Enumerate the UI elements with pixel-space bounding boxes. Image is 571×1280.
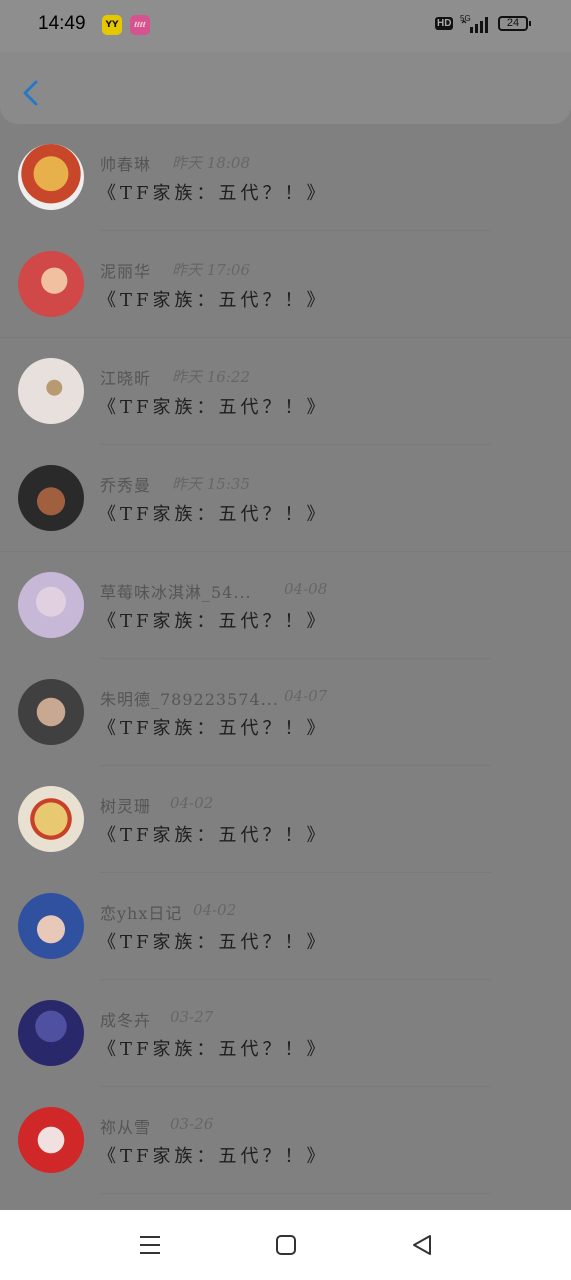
list-item[interactable]: 朱明德_789223574... 04-07 《TF家族：五代？！》 bbox=[0, 659, 571, 766]
battery-icon: 24 bbox=[498, 16, 531, 31]
comment-message: 《TF家族：五代？！》 bbox=[98, 611, 329, 632]
user-name[interactable]: 乔秀曼 bbox=[100, 472, 151, 496]
pink-app-icon: ℓℓℓℓ bbox=[130, 15, 150, 35]
user-name[interactable]: 泥丽华 bbox=[100, 258, 151, 282]
divider bbox=[100, 1193, 491, 1194]
user-name[interactable]: 江晓昕 bbox=[100, 365, 151, 389]
comment-time: 04-02 bbox=[170, 794, 214, 812]
comment-message: 《TF家族：五代？！》 bbox=[98, 825, 329, 846]
avatar[interactable] bbox=[18, 144, 84, 210]
avatar[interactable] bbox=[18, 572, 84, 638]
list-item[interactable]: 恋yhx日记 04-02 《TF家族：五代？！》 bbox=[0, 873, 571, 980]
list-item[interactable]: 草莓味冰淇淋_54... 04-08 《TF家族：五代？！》 bbox=[0, 552, 571, 659]
comment-time: 03-26 bbox=[170, 1115, 214, 1133]
hd-icon: HD bbox=[435, 17, 454, 30]
avatar[interactable] bbox=[18, 251, 84, 317]
list-item[interactable]: 泥丽华 昨天 17:06 《TF家族：五代？！》 bbox=[0, 231, 571, 338]
comment-time: 昨天 17:06 bbox=[172, 261, 250, 279]
comment-time: 04-07 bbox=[284, 687, 328, 705]
comment-time: 04-08 bbox=[284, 580, 328, 598]
status-time: 14:49 bbox=[38, 13, 86, 34]
user-name[interactable]: 成冬卉 bbox=[100, 1007, 151, 1031]
list-item[interactable]: 帅春琳 昨天 18:08 《TF家族：五代？！》 bbox=[0, 124, 571, 231]
comment-message: 《TF家族：五代？！》 bbox=[98, 718, 329, 739]
comment-time: 昨天 15:35 bbox=[172, 475, 250, 493]
comment-time: 昨天 18:08 bbox=[172, 154, 250, 172]
home-icon[interactable] bbox=[273, 1232, 299, 1258]
comment-list: 帅春琳 昨天 18:08 《TF家族：五代？！》 泥丽华 昨天 17:06 《T… bbox=[0, 124, 571, 1194]
comment-message: 《TF家族：五代？！》 bbox=[98, 504, 329, 525]
comment-message: 《TF家族：五代？！》 bbox=[98, 1146, 329, 1167]
system-nav-bar bbox=[0, 1210, 571, 1280]
comment-time: 03-27 bbox=[170, 1008, 214, 1026]
user-name[interactable]: 树灵珊 bbox=[100, 793, 151, 817]
avatar[interactable] bbox=[18, 786, 84, 852]
user-name[interactable]: 草莓味冰淇淋_54... bbox=[100, 579, 252, 603]
user-name[interactable]: 祢从雪 bbox=[100, 1114, 151, 1138]
list-item[interactable]: 成冬卉 03-27 《TF家族：五代？！》 bbox=[0, 980, 571, 1087]
user-name[interactable]: 恋yhx日记 bbox=[100, 900, 182, 924]
status-bar: 14:49 YY ℓℓℓℓ HD 5G 24 bbox=[0, 0, 571, 52]
list-item[interactable]: 树灵珊 04-02 《TF家族：五代？！》 bbox=[0, 766, 571, 873]
comment-message: 《TF家族：五代？！》 bbox=[98, 397, 329, 418]
avatar[interactable] bbox=[18, 1000, 84, 1066]
list-item[interactable]: 祢从雪 03-26 《TF家族：五代？！》 bbox=[0, 1087, 571, 1194]
avatar[interactable] bbox=[18, 893, 84, 959]
list-item[interactable]: 乔秀曼 昨天 15:35 《TF家族：五代？！》 bbox=[0, 445, 571, 552]
comment-time: 昨天 16:22 bbox=[172, 368, 250, 386]
menu-icon[interactable] bbox=[137, 1232, 163, 1258]
comment-message: 《TF家族：五代？！》 bbox=[98, 1039, 329, 1060]
avatar[interactable] bbox=[18, 679, 84, 745]
header-bar bbox=[0, 52, 571, 124]
user-name[interactable]: 朱明德_789223574... bbox=[100, 686, 279, 710]
avatar[interactable] bbox=[18, 465, 84, 531]
yy-app-icon: YY bbox=[102, 15, 122, 35]
comment-time: 04-02 bbox=[193, 901, 237, 919]
avatar[interactable] bbox=[18, 358, 84, 424]
avatar[interactable] bbox=[18, 1107, 84, 1173]
comment-message: 《TF家族：五代？！》 bbox=[98, 290, 329, 311]
list-item[interactable]: 江晓昕 昨天 16:22 《TF家族：五代？！》 bbox=[0, 338, 571, 445]
triangle-back-icon[interactable] bbox=[409, 1232, 435, 1258]
comment-message: 《TF家族：五代？！》 bbox=[98, 932, 329, 953]
signal-icon: 5G bbox=[460, 14, 488, 33]
user-name[interactable]: 帅春琳 bbox=[100, 151, 151, 175]
chevron-left-icon[interactable] bbox=[18, 78, 44, 108]
comment-message: 《TF家族：五代？！》 bbox=[98, 183, 329, 204]
